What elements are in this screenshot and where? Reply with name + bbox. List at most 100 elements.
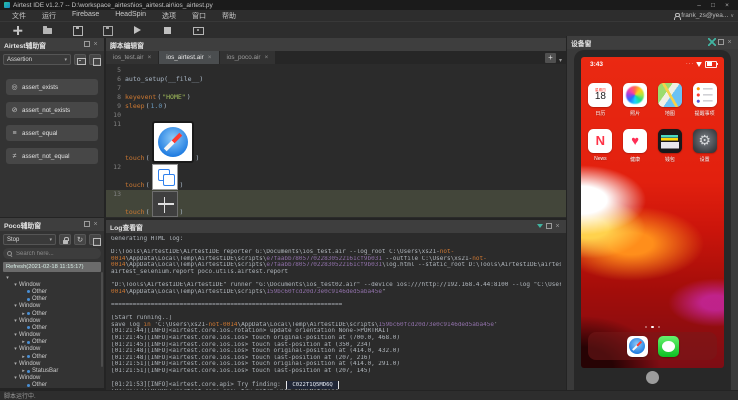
tree-node[interactable]: ▸Other (4, 353, 104, 360)
tree-node[interactable]: ▾Window (4, 332, 104, 339)
tab-close-icon[interactable] (147, 54, 151, 61)
tree-node[interactable]: ▸Other (4, 310, 104, 317)
plus-template-image[interactable] (152, 191, 178, 217)
device-tools-icon[interactable] (708, 38, 716, 46)
float-panel-icon[interactable] (82, 41, 91, 49)
tree-node[interactable]: Other (4, 324, 104, 331)
run-script-icon[interactable] (132, 25, 143, 36)
search-input[interactable] (16, 251, 97, 257)
home-button[interactable] (646, 371, 659, 384)
assert-button-assert_equal[interactable]: ≡assert_equal (6, 125, 98, 141)
code-editor[interactable]: 56auto_setup(__file__)78keyevent("HOME")… (106, 64, 566, 217)
app-logo-icon (4, 2, 10, 8)
tree-node[interactable]: ▸Other (4, 339, 104, 346)
tree-expand-icon[interactable]: ▸ (20, 354, 27, 360)
stop-script-icon[interactable] (162, 25, 173, 36)
assertion-dropdown[interactable]: Assertion ▾ (3, 54, 71, 65)
tree-expand-icon[interactable]: ▾ (12, 346, 19, 352)
editor-tab[interactable]: ios_test.air (106, 51, 159, 64)
menu-item[interactable]: 文件 (4, 11, 34, 21)
export-tree-icon[interactable] (89, 234, 101, 245)
maximize-button[interactable]: □ (706, 2, 720, 9)
messages-app-icon[interactable] (658, 336, 679, 357)
editor-tab[interactable]: ios_airtest.air (159, 51, 219, 64)
save-as-icon[interactable] (102, 25, 113, 36)
wallet-app-icon[interactable] (658, 129, 682, 153)
tree-expand-icon[interactable]: ▸ (20, 311, 27, 317)
log-panel-header: Log查看窗 (106, 220, 566, 233)
close-panel-icon[interactable] (725, 39, 734, 46)
close-button[interactable]: × (720, 2, 734, 9)
tab-list-icon[interactable] (559, 49, 562, 67)
close-panel-icon[interactable] (91, 221, 100, 228)
assert-button-assert_not_equal[interactable]: ≠assert_not_equal (6, 148, 98, 164)
tree-expand-icon[interactable]: ▾ (12, 282, 19, 288)
tree-expand-icon[interactable]: ▾ (12, 332, 19, 338)
log-token: \AppData\Local\Temp\AirtestIDE\scripts\ (125, 262, 266, 268)
safari-template-image[interactable] (152, 121, 194, 163)
menu-item[interactable]: 帮助 (214, 11, 244, 21)
lock-icon[interactable] (59, 234, 71, 245)
tree-expand-icon[interactable]: ▾ (12, 361, 19, 367)
tree-node[interactable]: ▾Window (4, 375, 104, 382)
float-panel-icon[interactable] (716, 39, 725, 47)
snapshot-icon[interactable] (192, 25, 203, 36)
new-tab-icon[interactable]: + (545, 53, 556, 63)
minimize-button[interactable]: – (692, 2, 706, 9)
float-panel-icon[interactable] (82, 221, 91, 229)
filter-log-icon[interactable] (535, 224, 544, 230)
open-script-icon[interactable] (42, 25, 53, 36)
scrollbar[interactable] (101, 272, 104, 367)
tree-expand-icon[interactable]: ▸ (20, 339, 27, 345)
close-panel-icon[interactable] (553, 223, 562, 230)
close-panel-icon[interactable] (91, 41, 100, 48)
editor-tab[interactable]: ios_poco.air (220, 51, 277, 64)
save-script-icon[interactable] (72, 25, 83, 36)
account-menu[interactable]: frank_zs@yea... (673, 12, 734, 19)
menu-item[interactable]: 运行 (34, 11, 64, 21)
reminders-app-icon[interactable] (693, 83, 717, 107)
settings-app-icon[interactable] (693, 129, 717, 153)
float-panel-icon[interactable] (544, 223, 553, 231)
tree-node[interactable]: ▾Window (4, 346, 104, 353)
tree-node[interactable]: ▾Window (4, 317, 104, 324)
tree-expand-icon[interactable]: ▾ (12, 318, 19, 324)
tree-node[interactable]: Other (4, 288, 104, 295)
log-token: \AppData\Local\Temp\AirtestIDE\scripts\ (125, 289, 266, 295)
menu-item[interactable]: 选项 (154, 11, 184, 21)
tree-expand-icon[interactable]: ▾ (12, 303, 19, 309)
tree-node[interactable]: Other (4, 382, 104, 389)
tree-node-label: Window (19, 332, 40, 338)
insert-snapshot-icon[interactable] (74, 54, 86, 65)
tree-node[interactable]: ▾ (4, 274, 104, 281)
tab-close-icon[interactable] (264, 54, 268, 61)
tree-expand-icon[interactable]: ▸ (20, 368, 27, 374)
save-assert-icon[interactable] (89, 54, 101, 65)
tab-close-icon[interactable] (208, 54, 212, 61)
safari-app-icon[interactable] (627, 336, 648, 357)
tree-node[interactable]: ▾Window (4, 303, 104, 310)
refresh-icon[interactable] (74, 234, 86, 245)
tree-node[interactable]: ▾Window (4, 281, 104, 288)
menu-item[interactable]: Firebase (64, 11, 107, 21)
maps-app-icon[interactable] (658, 83, 682, 107)
tree-node[interactable]: ▾Window (4, 360, 104, 367)
menu-item[interactable]: HeadSpin (107, 11, 154, 21)
assert-button-assert_not_exists[interactable]: ⊘assert_not_exists (6, 102, 98, 118)
tree-node[interactable]: ▸StatusBar (4, 367, 104, 374)
device-screen[interactable]: 3:43 ··· 星期四18日历照片地图提醒事项 News健康钱包设置 (581, 57, 724, 368)
photos-app-icon[interactable] (623, 83, 647, 107)
tree-refresh-node[interactable]: Refresh(2021-02-18 11:15:17) (3, 262, 101, 272)
tree-expand-icon[interactable]: ▾ (12, 375, 19, 381)
poco-panel-title: Poco辅助窗 (4, 220, 41, 230)
tree-node[interactable]: Other (4, 296, 104, 303)
assert-button-assert_exists[interactable]: ◎assert_exists (6, 79, 98, 95)
menu-item[interactable]: 窗口 (184, 11, 214, 21)
new-script-icon[interactable] (12, 25, 23, 36)
poco-mode-dropdown[interactable]: Stop ▾ (3, 234, 56, 245)
squares-template-image[interactable] (152, 164, 178, 190)
health-app-icon[interactable] (623, 129, 647, 153)
calendar-app-icon[interactable]: 星期四18 (588, 83, 612, 107)
news-app-icon[interactable] (588, 129, 612, 153)
tree-expand-icon[interactable]: ▾ (4, 275, 11, 281)
